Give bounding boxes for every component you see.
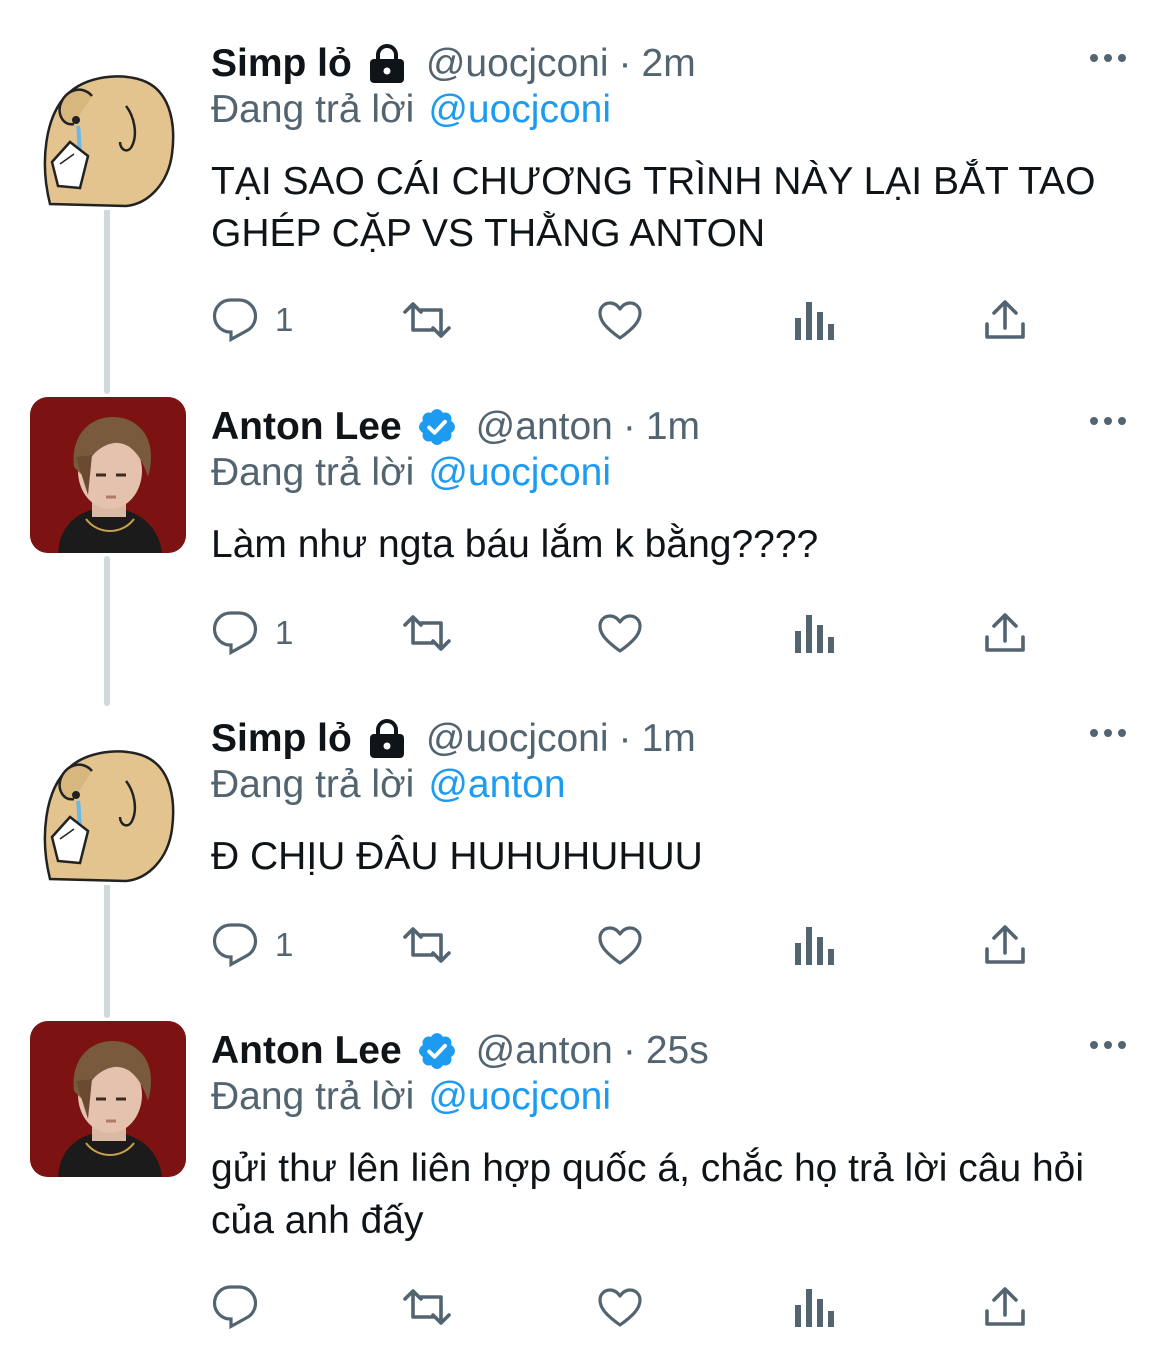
timestamp[interactable]: 25s: [646, 1029, 709, 1073]
handle[interactable]: @anton: [476, 405, 613, 449]
dog-avatar-icon: [30, 54, 186, 210]
action-bar: 1: [211, 917, 1051, 973]
handle[interactable]: @uocjconi: [426, 717, 609, 761]
reply-icon: [212, 611, 258, 656]
analytics-icon: [795, 302, 834, 340]
reply-mention[interactable]: @anton: [428, 763, 565, 806]
like-button[interactable]: [595, 1279, 645, 1335]
retweet-icon: [403, 927, 451, 963]
reply-count: 1: [275, 301, 294, 338]
tweet[interactable]: Anton Lee @anton · 1m Đang trả lời @uocjc…: [0, 397, 1170, 697]
portrait-avatar-icon: [30, 397, 186, 553]
more-options-icon[interactable]: [1090, 54, 1126, 62]
heart-icon: [598, 1288, 642, 1327]
display-name[interactable]: Anton Lee: [211, 1029, 402, 1073]
display-name[interactable]: Simp lỏ: [211, 717, 352, 761]
retweet-icon: [403, 1289, 451, 1325]
reply-button[interactable]: 1: [211, 292, 293, 348]
separator: ·: [618, 42, 632, 85]
share-button[interactable]: [981, 292, 1029, 348]
replying-to: Đang trả lời @uocjconi: [211, 1071, 611, 1123]
like-button[interactable]: [595, 605, 645, 661]
tweet[interactable]: Simp lỏ @uocjconi · 2m Đang trả lời @uocj…: [0, 34, 1170, 364]
analytics-icon: [795, 615, 834, 653]
view-count-button[interactable]: [791, 292, 835, 348]
replying-label: Đang trả lời: [211, 763, 415, 806]
verified-icon: [416, 406, 458, 448]
analytics-icon: [795, 1289, 834, 1327]
tweet-text: Đ CHỊU ĐÂU HUHUHUHUU: [211, 835, 703, 878]
retweet-button[interactable]: [397, 1279, 457, 1335]
analytics-icon: [795, 927, 834, 965]
view-count-button[interactable]: [791, 1279, 835, 1335]
share-icon: [985, 925, 1025, 964]
view-count-button[interactable]: [791, 605, 835, 661]
like-button[interactable]: [595, 917, 645, 973]
replying-label: Đang trả lời: [211, 451, 415, 494]
separator: ·: [618, 717, 632, 760]
reply-mention[interactable]: @uocjconi: [428, 451, 611, 494]
share-icon: [985, 1287, 1025, 1326]
tweet[interactable]: Anton Lee @anton · 25s Đang trả lời @uocj…: [0, 1021, 1170, 1341]
reply-icon: [212, 923, 258, 968]
separator: ·: [622, 1029, 636, 1072]
retweet-button[interactable]: [397, 605, 457, 661]
avatar-simp[interactable]: [30, 54, 186, 210]
reply-icon: [212, 298, 258, 343]
replying-to: Đang trả lời @uocjconi: [211, 447, 611, 499]
avatar-anton[interactable]: [30, 397, 186, 553]
reply-mention[interactable]: @uocjconi: [428, 1075, 611, 1118]
heart-icon: [598, 614, 642, 653]
retweet-button[interactable]: [397, 292, 457, 348]
replying-label: Đang trả lời: [211, 1075, 415, 1118]
lock-icon: [366, 44, 408, 84]
handle[interactable]: @anton: [476, 1029, 613, 1073]
reply-mention[interactable]: @uocjconi: [428, 88, 611, 131]
display-name[interactable]: Simp lỏ: [211, 42, 352, 86]
timestamp[interactable]: 1m: [646, 405, 700, 449]
avatar-anton[interactable]: [30, 1021, 186, 1177]
timestamp[interactable]: 1m: [642, 717, 696, 761]
action-bar: [211, 1279, 1051, 1335]
handle[interactable]: @uocjconi: [426, 42, 609, 86]
avatar-simp[interactable]: [30, 729, 186, 885]
tweet-text: TẠI SAO CÁI CHƯƠNG TRÌNH NÀY LẠI BẮT TAO…: [211, 160, 1096, 255]
portrait-avatar-icon: [30, 1021, 186, 1177]
more-options-icon[interactable]: [1090, 729, 1126, 737]
share-button[interactable]: [981, 605, 1029, 661]
reply-icon: [212, 1285, 258, 1330]
reply-count: 1: [275, 926, 294, 963]
heart-icon: [598, 301, 642, 340]
share-icon: [985, 613, 1025, 652]
view-count-button[interactable]: [791, 917, 835, 973]
share-button[interactable]: [981, 1279, 1029, 1335]
share-button[interactable]: [981, 917, 1029, 973]
reply-button[interactable]: 1: [211, 917, 293, 973]
replying-to: Đang trả lời @anton: [211, 759, 566, 811]
replying-to: Đang trả lời @uocjconi: [211, 84, 611, 136]
action-bar: 1: [211, 292, 1051, 348]
replying-label: Đang trả lời: [211, 88, 415, 131]
display-name[interactable]: Anton Lee: [211, 405, 402, 449]
retweet-button[interactable]: [397, 917, 457, 973]
timestamp[interactable]: 2m: [642, 42, 696, 86]
reply-button[interactable]: [211, 1279, 275, 1335]
verified-icon: [416, 1030, 458, 1072]
retweet-icon: [403, 302, 451, 338]
tweet[interactable]: Simp lỏ @uocjconi · 1m Đang trả lời @anto…: [0, 709, 1170, 1009]
more-options-icon[interactable]: [1090, 417, 1126, 425]
heart-icon: [598, 926, 642, 965]
share-icon: [985, 300, 1025, 339]
lock-icon: [366, 719, 408, 759]
tweet-text: Làm như ngta báu lắm k bằng????: [211, 523, 819, 566]
action-bar: 1: [211, 605, 1051, 661]
separator: ·: [622, 405, 636, 448]
more-options-icon[interactable]: [1090, 1041, 1126, 1049]
reply-count: 1: [275, 614, 294, 651]
dog-avatar-icon: [30, 729, 186, 885]
like-button[interactable]: [595, 292, 645, 348]
tweet-text: gửi thư lên liên hợp quốc á, chắc họ trả…: [211, 1147, 1085, 1242]
reply-button[interactable]: 1: [211, 605, 293, 661]
retweet-icon: [403, 615, 451, 651]
